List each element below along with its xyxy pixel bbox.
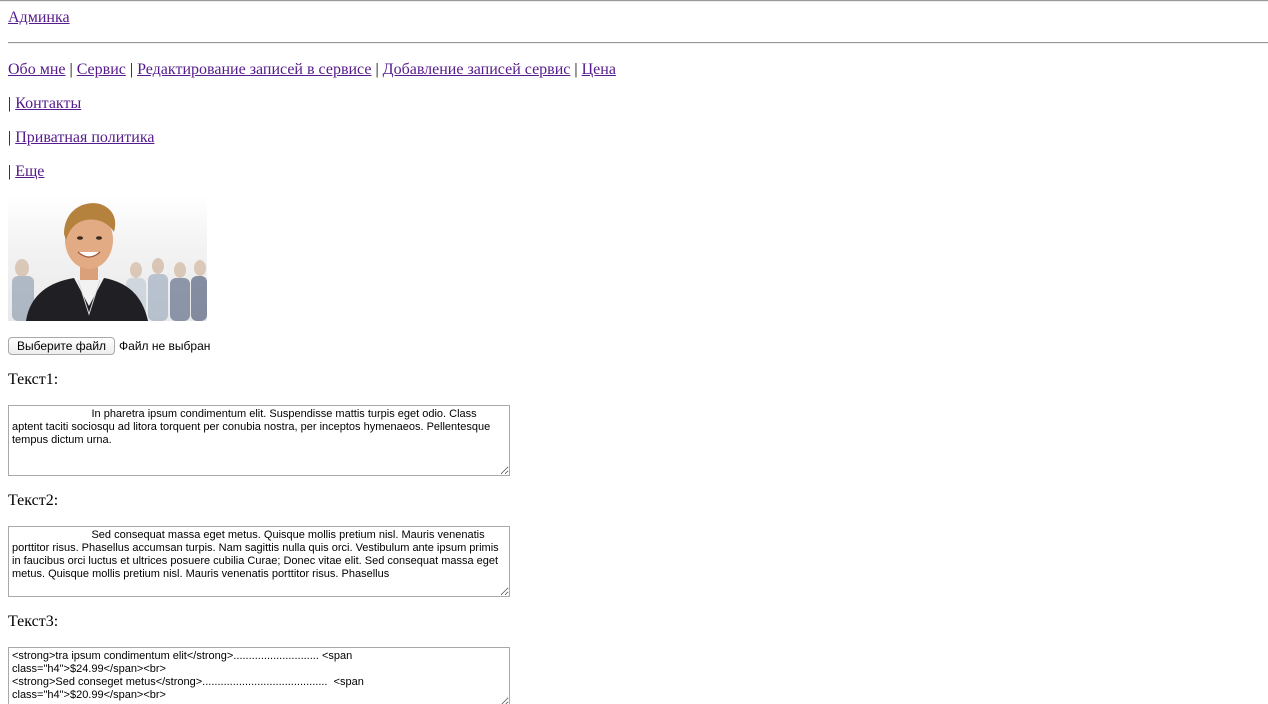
text2-label: Текст2: [8, 492, 59, 509]
text3-textarea[interactable]: <strong>tra ipsum condimentum elit</stro… [8, 647, 510, 704]
nav-separator: | [8, 129, 12, 146]
nav-link-service[interactable]: Сервис [77, 61, 126, 78]
nav-link-more[interactable]: Еще [15, 163, 44, 180]
text1-label: Текст1: [8, 371, 59, 388]
nav-link-contacts[interactable]: Контакты [15, 95, 81, 112]
nav-link-about[interactable]: Обо мне [8, 61, 65, 78]
admin-link[interactable]: Админка [8, 9, 70, 26]
page: Админка Обо мне | Сервис | Редактировани… [0, 0, 1268, 704]
nav-separator: | [375, 61, 379, 78]
file-status-text: Файл не выбран [119, 339, 211, 353]
text3-label: Текст3: [8, 613, 59, 630]
nav-link-privacy[interactable]: Приватная политика [15, 129, 154, 146]
nav-separator: | [8, 163, 12, 180]
nav-separator: | [574, 61, 578, 78]
nav-link-edit-records[interactable]: Редактирование записей в сервисе [137, 61, 371, 78]
nav-separator: | [69, 61, 73, 78]
admin-row: Админка [8, 9, 70, 27]
text1-textarea[interactable]: In pharetra ipsum condimentum elit. Susp… [8, 405, 510, 476]
nav-link-add-records[interactable]: Добавление записей сервис [383, 61, 571, 78]
file-upload: Выберите файл Файл не выбран [8, 337, 210, 355]
text2-textarea[interactable]: Sed consequat massa eget metus. Quisque … [8, 526, 510, 597]
nav-separator: | [8, 95, 12, 112]
nav-row-privacy: | Приватная политика [8, 129, 154, 147]
top-divider [0, 0, 1268, 2]
nav-separator: | [129, 61, 134, 78]
header-divider [8, 42, 1268, 44]
profile-photo [8, 196, 207, 321]
choose-file-button[interactable]: Выберите файл [8, 337, 116, 355]
nav-row-contacts: | Контакты [8, 95, 81, 113]
nav-row-main: Обо мне | Сервис | Редактирование записе… [8, 61, 616, 79]
nav-row-more: | Еще [8, 163, 44, 181]
nav-link-price[interactable]: Цена [582, 61, 616, 78]
